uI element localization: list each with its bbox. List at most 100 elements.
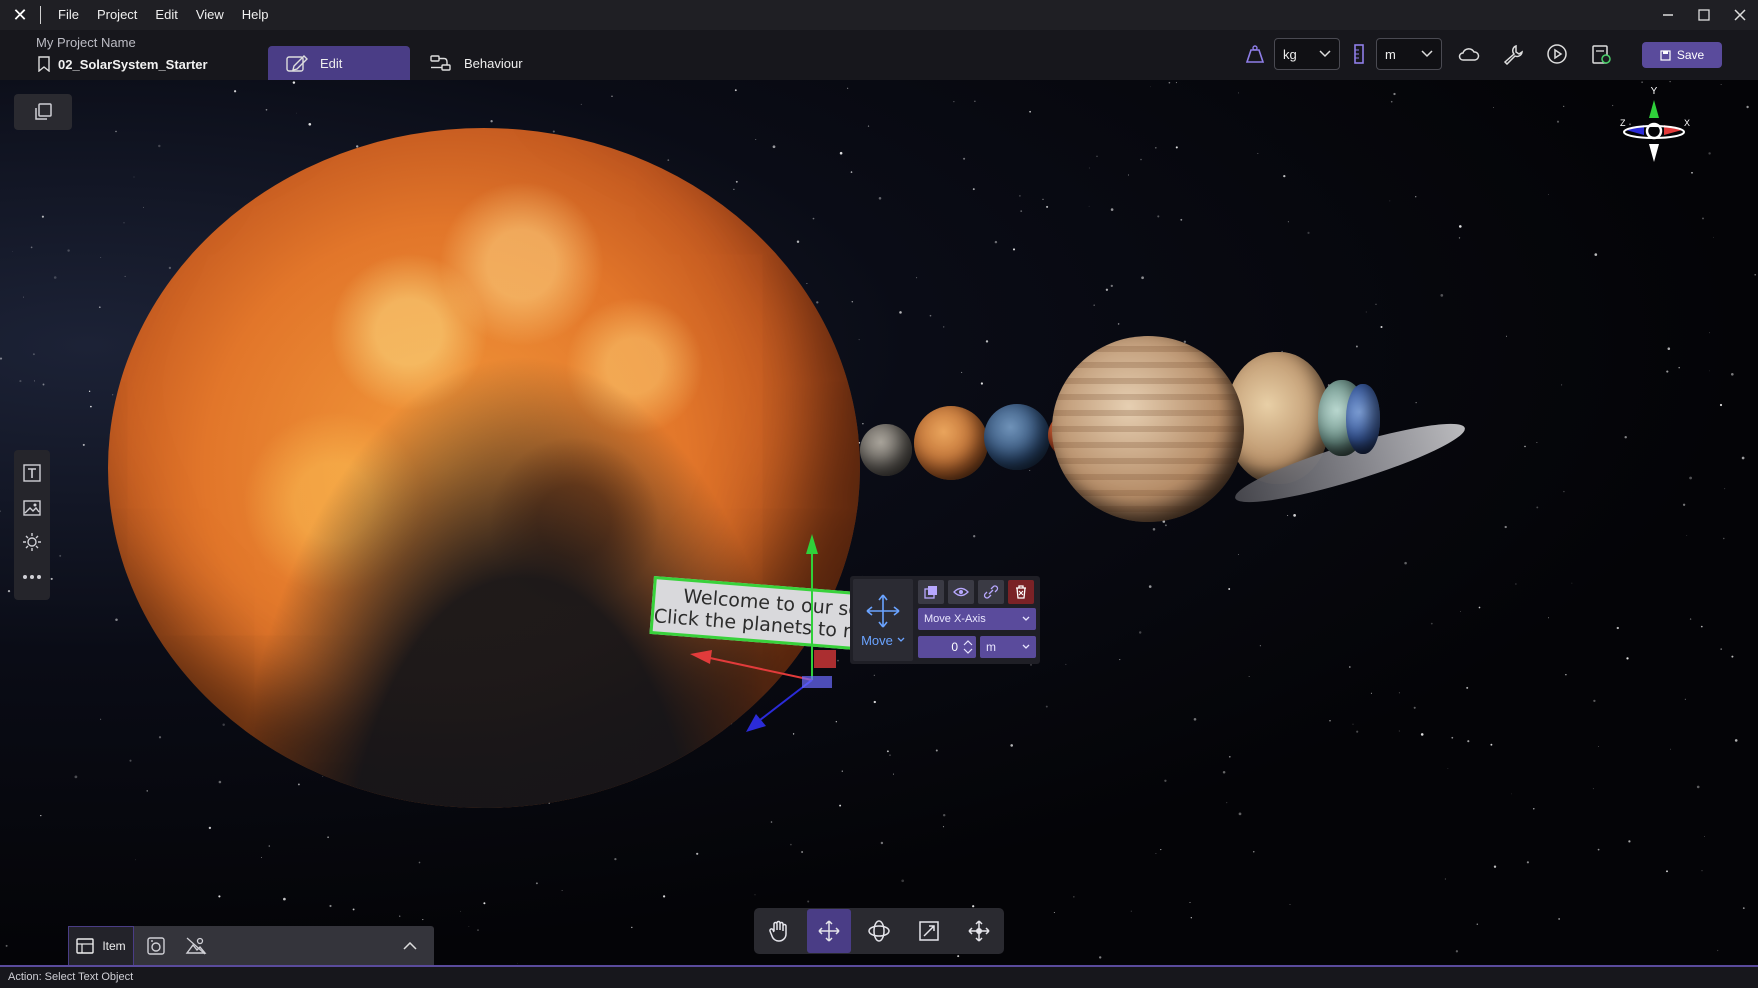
duplicate-button[interactable] [918,580,944,604]
play-button[interactable] [1542,39,1572,69]
layers-button[interactable] [14,94,72,130]
visibility-button[interactable] [948,580,974,604]
link-button[interactable] [978,580,1004,604]
star [1536,442,1538,443]
image-icon [23,500,41,516]
sun-object[interactable] [108,128,860,808]
gizmo-z-label: Z [1620,118,1626,128]
star [1592,788,1594,790]
star [1593,699,1596,703]
menu-help[interactable]: Help [233,0,278,30]
tab-item[interactable]: Item [68,926,134,965]
add-text-button[interactable] [20,461,44,485]
star [889,754,891,756]
star [755,139,757,140]
star [222,723,225,726]
star [1093,304,1095,306]
star [1708,370,1710,372]
star [734,89,737,92]
star [1447,767,1449,769]
menu-file[interactable]: File [49,0,88,30]
pan-tool-button[interactable] [757,909,801,953]
menu-view[interactable]: View [187,0,233,30]
panel-expand-button[interactable] [398,938,422,954]
scale-tool-button[interactable] [907,909,951,953]
eye-icon [953,587,969,597]
star [1415,196,1417,198]
star [862,423,864,425]
length-unit-select[interactable]: m [1376,38,1442,70]
settings-button[interactable] [1498,39,1528,69]
star [1746,105,1749,109]
add-light-button[interactable] [20,530,44,554]
star [112,394,114,396]
tab-environment[interactable] [176,926,216,965]
star [1020,210,1023,212]
star [0,510,1,512]
length-unit-value: m [1385,46,1396,62]
scene-viewport[interactable]: Y X Z Welcome to our solar system! Click… [0,80,1758,965]
star [115,130,117,133]
move-mode-button[interactable]: Move [853,579,913,661]
pivot-tool-button[interactable] [957,909,1001,953]
star [1238,92,1240,94]
move-value-input[interactable]: 0 [918,636,976,658]
star [208,826,212,830]
earth-object[interactable] [984,404,1050,470]
star [994,240,998,244]
mercury-object[interactable] [860,424,912,476]
star [1030,664,1032,666]
scene-selector[interactable]: 02_SolarSystem_Starter [38,56,208,72]
insert-toolbar [14,450,50,600]
star [1155,852,1157,855]
star [1348,666,1351,668]
move-unit-select[interactable]: m [980,636,1036,658]
star [1563,105,1565,107]
star [1175,146,1178,149]
tab-scene[interactable] [136,926,176,965]
star [5,944,8,947]
venus-object[interactable] [914,406,988,480]
export-button[interactable] [1586,39,1616,69]
star [1515,583,1517,585]
tab-edit[interactable]: Edit [268,46,410,80]
star [1398,730,1400,732]
maximize-button[interactable] [1686,0,1722,30]
star [490,120,493,123]
star [1678,366,1680,369]
neptune-object[interactable] [1346,384,1380,454]
save-button[interactable]: Save [1642,42,1722,68]
star [1293,514,1296,517]
cloud-button[interactable] [1454,39,1484,69]
close-button[interactable] [1722,0,1758,30]
rotate-tool-button[interactable] [857,909,901,953]
star [88,390,91,392]
save-icon [1660,49,1671,61]
star [135,859,136,861]
delete-button[interactable] [1008,580,1034,604]
star [218,780,222,784]
star [806,282,808,285]
more-button[interactable] [20,565,44,589]
move-tool-button[interactable] [807,909,851,953]
star [1741,456,1745,460]
star [100,257,102,259]
menu-project[interactable]: Project [88,0,146,30]
star [963,157,966,160]
star [1458,237,1461,239]
move-axis-select[interactable]: Move X-Axis [918,608,1036,630]
minimize-button[interactable] [1650,0,1686,30]
star [850,171,853,173]
mass-unit-select[interactable]: kg [1274,38,1340,70]
add-image-button[interactable] [20,496,44,520]
transform-tools [754,908,1004,954]
menu-edit[interactable]: Edit [146,0,186,30]
chevron-down-icon [1421,50,1433,58]
star [1168,81,1171,84]
tab-behaviour[interactable]: Behaviour [412,46,552,80]
stepper-icon[interactable] [963,639,973,655]
maximize-icon [1698,9,1710,21]
jupiter-object[interactable] [1052,336,1244,522]
orientation-gizmo[interactable]: Y X Z [1614,80,1694,180]
star [460,910,462,912]
